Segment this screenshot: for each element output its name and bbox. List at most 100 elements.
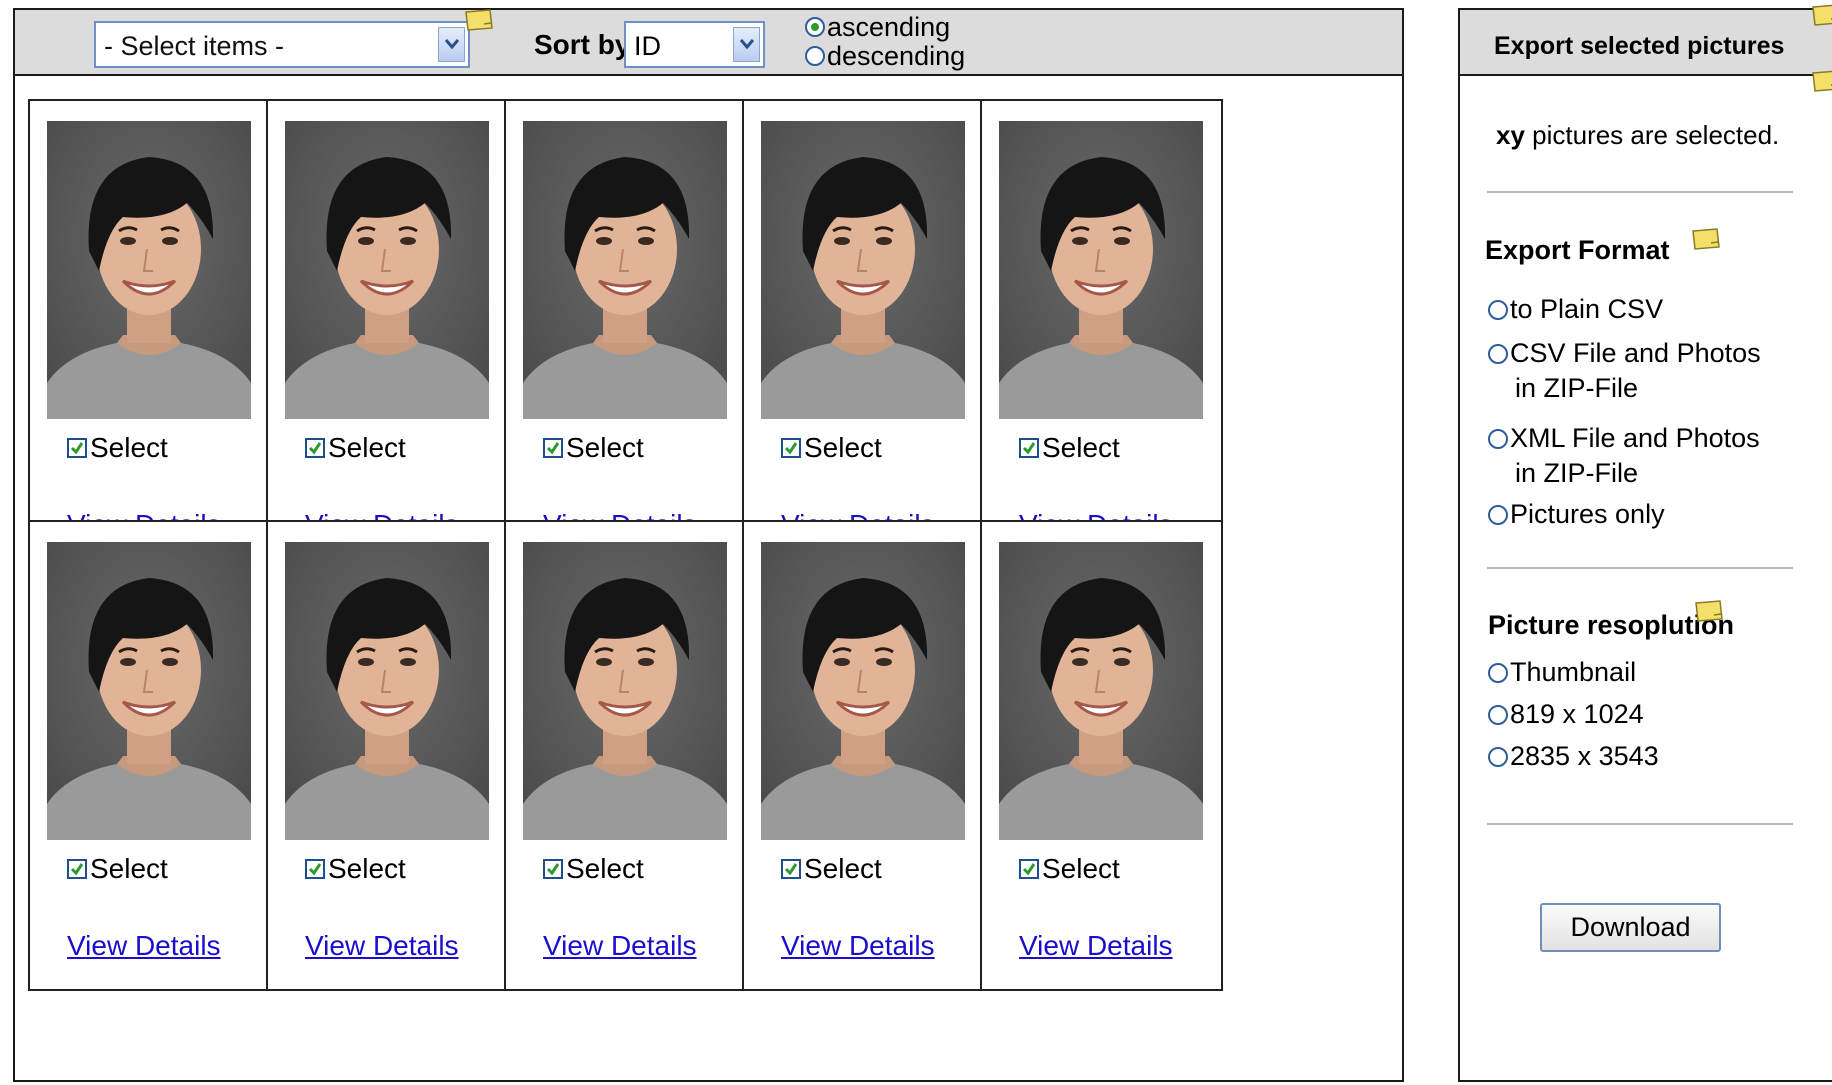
select-checkbox-row[interactable]: Select [1019,853,1120,885]
sort-by-value: ID [634,31,661,61]
portrait-photo[interactable] [761,121,965,419]
select-checkbox-row[interactable]: Select [781,432,882,464]
select-checkbox[interactable] [781,859,801,879]
export-format-option[interactable]: to Plain CSV [1488,292,1663,327]
export-title: Export selected pictures [1494,32,1785,60]
export-format-label: XML File and Photos [1510,423,1760,453]
export-format-option[interactable]: XML File and Photos in ZIP-File [1488,421,1760,491]
export-format-option[interactable]: CSV File and Photos in ZIP-File [1488,336,1761,406]
sticky-note-icon[interactable] [1812,70,1832,92]
select-label: Select [1042,853,1120,884]
chevron-down-icon[interactable] [733,27,760,62]
resolution-radio[interactable] [1488,704,1508,725]
select-label: Select [90,432,168,463]
resolution-option[interactable]: 2835 x 3543 [1488,739,1659,774]
sort-by-dropdown[interactable]: ID [624,21,765,68]
photo-card: Select View Details [28,520,271,991]
chevron-down-icon[interactable] [438,27,465,62]
sticky-note-icon[interactable] [1812,4,1832,26]
export-format-label-cont: in ZIP-File [1515,373,1639,403]
select-checkbox-row[interactable]: Select [305,432,406,464]
portrait-photo[interactable] [47,542,251,840]
export-header: Export selected pictures [1460,10,1832,76]
resolution-option[interactable]: Thumbnail [1488,655,1636,690]
photo-card: SelectView Details [28,99,271,570]
select-checkbox-row[interactable]: Select [67,432,168,464]
select-checkbox[interactable] [543,438,563,458]
portrait-photo[interactable] [285,542,489,840]
select-checkbox[interactable] [67,438,87,458]
select-checkbox[interactable] [67,859,87,879]
portrait-photo[interactable] [999,542,1203,840]
select-checkbox-row[interactable]: Select [543,432,644,464]
export-format-label: CSV File and Photos [1510,338,1761,368]
select-items-value: - Select items - [104,31,285,61]
portrait-photo[interactable] [523,121,727,419]
export-format-label: Pictures only [1510,499,1665,529]
select-label: Select [328,853,406,884]
select-label: Select [804,853,882,884]
select-label: Select [90,853,168,884]
portrait-photo[interactable] [47,121,251,419]
selection-count-suffix: pictures are selected. [1524,120,1780,150]
descending-label: descending [827,41,966,71]
select-checkbox[interactable] [1019,438,1039,458]
sort-by-label: Sort by [534,29,631,60]
select-checkbox-row[interactable]: Select [543,853,644,885]
resolution-radio[interactable] [1488,746,1508,767]
export-panel: Export selected pictures xy pictures are… [1458,4,1832,1082]
view-details-link[interactable]: View Details [67,930,221,962]
portrait-photo[interactable] [999,121,1203,419]
ascending-label: ascending [827,12,951,42]
divider [1487,823,1793,825]
view-details-link[interactable]: View Details [305,930,459,962]
gallery-panel: - Select items - Sort by ID ascending de… [13,8,1404,1082]
export-format-radio[interactable] [1488,299,1508,320]
select-checkbox-row[interactable]: Select [1019,432,1120,464]
select-label: Select [566,432,644,463]
select-checkbox-row[interactable]: Select [305,853,406,885]
select-checkbox-row[interactable]: Select [67,853,168,885]
gallery-toolbar: - Select items - Sort by ID ascending de… [15,9,1402,76]
sticky-note-icon[interactable] [465,9,493,31]
view-details-link[interactable]: View Details [1019,930,1173,962]
selection-count-value: xy [1496,120,1525,150]
select-label: Select [1042,432,1120,463]
descending-radio[interactable] [805,46,825,66]
select-checkbox[interactable] [305,859,325,879]
sticky-note-icon[interactable] [1692,228,1720,250]
sort-descending-option[interactable]: descending [805,42,965,70]
select-checkbox[interactable] [543,859,563,879]
photo-card: SelectView Details [266,99,509,570]
export-format-label-cont: in ZIP-File [1515,458,1639,488]
photo-card: Select View Details [266,520,509,991]
photo-card: Select View Details [504,520,747,991]
resolution-label: Thumbnail [1510,657,1637,687]
select-label: Select [566,853,644,884]
resolution-radio[interactable] [1488,662,1508,683]
photo-card: SelectView Details [504,99,747,570]
portrait-photo[interactable] [285,121,489,419]
portrait-photo[interactable] [523,542,727,840]
sticky-note-icon[interactable] [1695,600,1723,622]
export-format-radio[interactable] [1488,343,1508,364]
divider [1487,191,1793,193]
select-checkbox[interactable] [781,438,801,458]
portrait-photo[interactable] [761,542,965,840]
select-items-dropdown[interactable]: - Select items - [94,21,470,68]
select-checkbox-row[interactable]: Select [781,853,882,885]
export-format-radio[interactable] [1488,504,1508,525]
export-format-option[interactable]: Pictures only [1488,497,1665,532]
selection-count-text: xy pictures are selected. [1496,120,1779,151]
select-checkbox[interactable] [1019,859,1039,879]
export-format-label: to Plain CSV [1510,294,1664,324]
view-details-link[interactable]: View Details [543,930,697,962]
ascending-radio[interactable] [805,17,825,37]
select-checkbox[interactable] [305,438,325,458]
sort-ascending-option[interactable]: ascending [805,13,950,41]
view-details-link[interactable]: View Details [781,930,935,962]
photo-card: Select View Details [980,520,1223,991]
export-format-radio[interactable] [1488,428,1508,449]
resolution-option[interactable]: 819 x 1024 [1488,697,1644,732]
download-button[interactable]: Download [1540,903,1721,952]
